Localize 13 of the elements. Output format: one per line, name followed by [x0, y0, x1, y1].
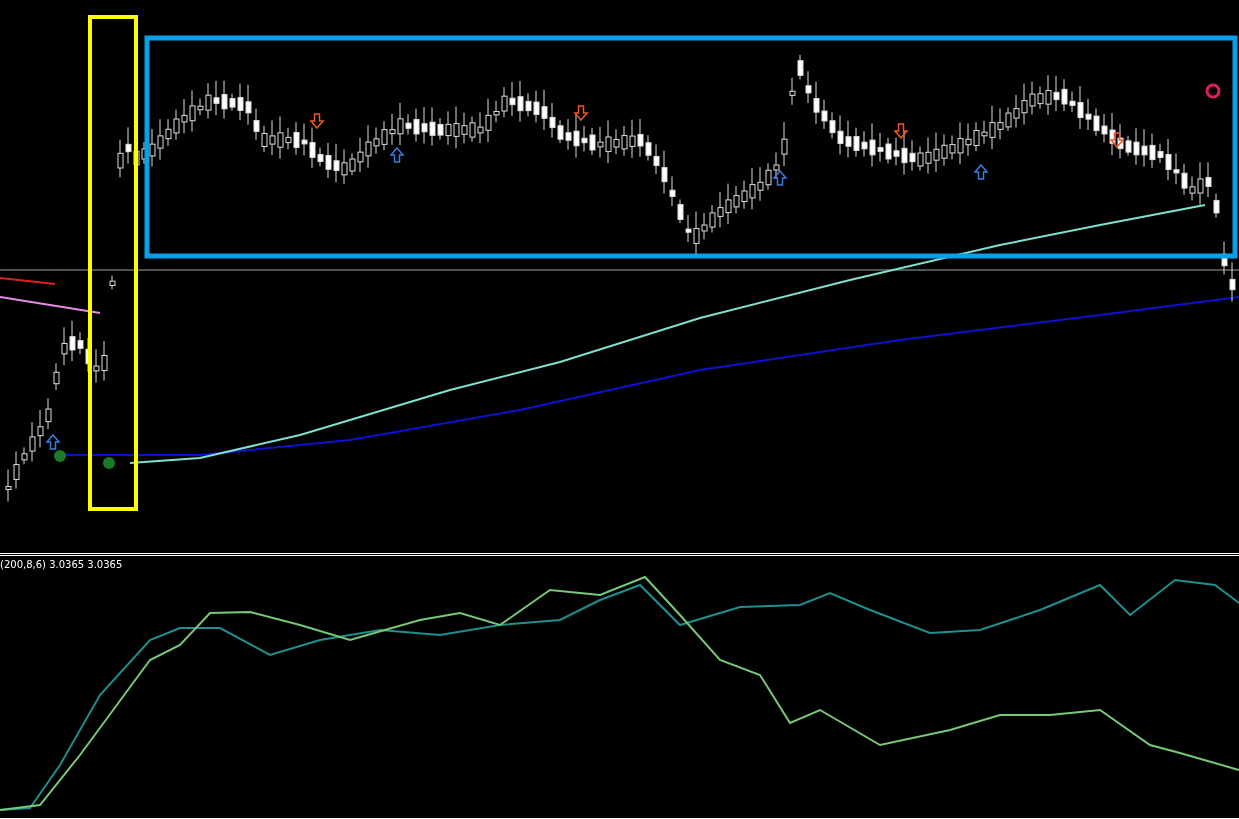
arrow-up-icon: [772, 169, 788, 186]
arrow-down-icon: [309, 113, 325, 130]
arrow-up-icon: [973, 163, 989, 180]
arrow-down-icon: [573, 105, 589, 122]
arrow-down-icon: [1109, 132, 1125, 149]
arrow-up-icon: [389, 146, 405, 163]
signal-dot-icon: [54, 450, 66, 462]
arrow-up-icon: [45, 433, 61, 450]
signal-dot-icon: [103, 457, 115, 469]
moving-average-line: [0, 277, 56, 285]
indicator-label: (200,8,6) 3.0365 3.0365: [0, 559, 123, 570]
signal-ring-icon: [1205, 83, 1221, 99]
arrow-down-icon: [893, 123, 909, 140]
